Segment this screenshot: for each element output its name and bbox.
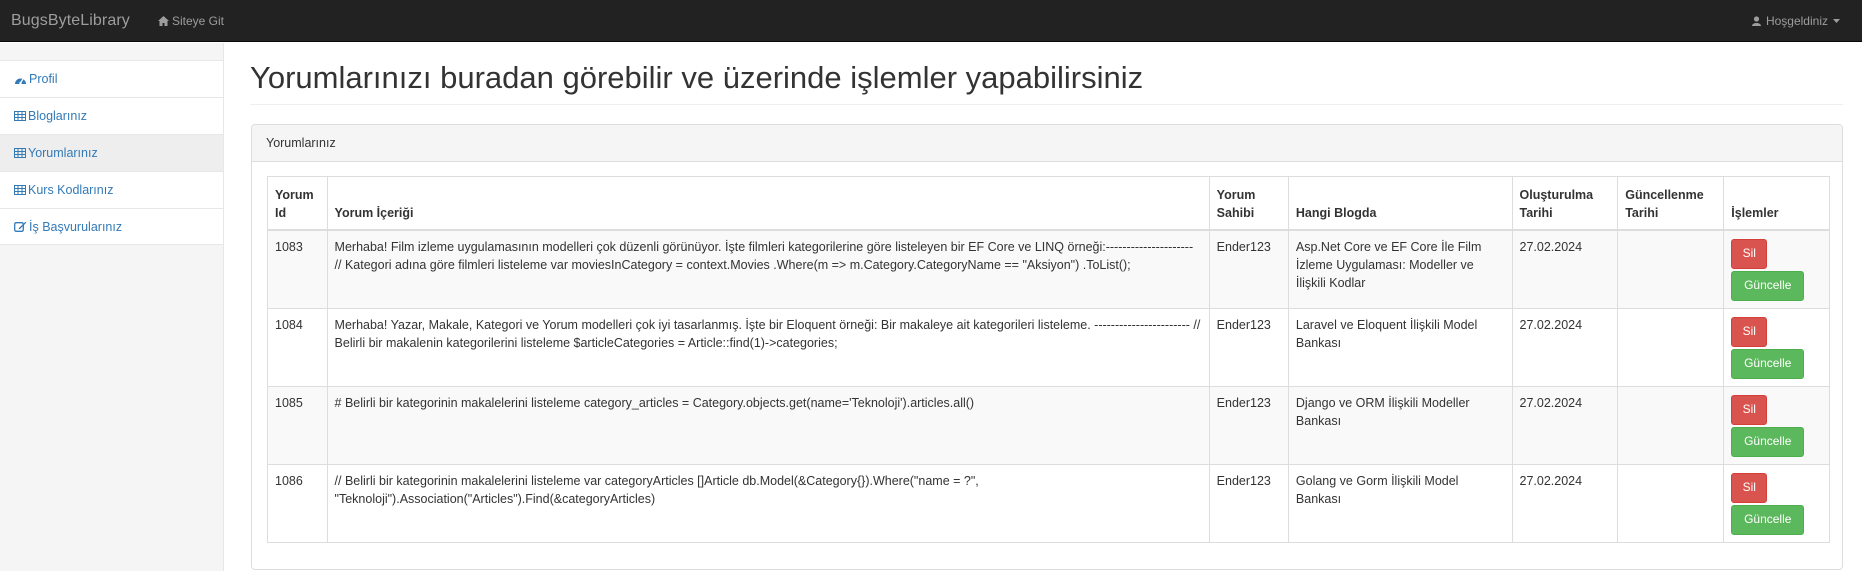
column-header: Güncellenme Tarihi [1617,176,1725,231]
site-link[interactable]: Siteye Git [158,0,224,42]
column-header: İşlemler [1723,176,1830,231]
table-row: 1086 // Belirli bir kategorinin makalele… [267,463,1830,543]
created-date: 27.02.2024 [1511,229,1619,309]
sidebar: Profil Bloglarınız Yorumlarınız Kurs Kod… [0,43,224,571]
updated-date [1617,385,1725,465]
column-header: Hangi Blogda [1287,176,1513,231]
comment-owner: Ender123 [1208,385,1289,465]
table-header-row: Yorum Id Yorum İçeriği Yorum Sahibi Hang… [267,176,1830,231]
sidebar-item-label: Kurs Kodlarınız [28,183,114,197]
comments-panel: Yorumlarınız Yorum Id Yorum İçeriği Yoru… [251,124,1843,570]
sidebar-item-yorumlariniz[interactable]: Yorumlarınız [0,134,223,171]
user-menu-label: Hoşgeldiniz [1765,14,1828,28]
comment-owner: Ender123 [1208,307,1289,387]
table-icon [14,185,26,195]
comment-blog: Laravel ve Eloquent İlişkili Model Banka… [1287,307,1513,387]
comment-id: 1085 [267,385,328,465]
comment-owner: Ender123 [1208,229,1289,309]
comment-owner: Ender123 [1208,463,1289,543]
delete-button[interactable]: Sil [1731,472,1768,503]
caret-down-icon [1833,19,1840,23]
comment-content: Merhaba! Film izleme uygulamasının model… [326,229,1210,309]
sidebar-nav: Profil Bloglarınız Yorumlarınız Kurs Kod… [0,60,223,245]
updated-date [1617,307,1725,387]
comment-blog: Asp.Net Core ve EF Core İle Film İzleme … [1287,229,1513,309]
delete-button[interactable]: Sil [1731,394,1768,425]
comment-content: # Belirli bir kategorinin makalelerini l… [326,385,1210,465]
comments-table: Yorum Id Yorum İçeriği Yorum Sahibi Hang… [267,176,1830,543]
column-header: Yorum Id [267,176,328,231]
created-date: 27.02.2024 [1511,463,1619,543]
row-actions: Sil Güncelle [1723,229,1830,309]
sidebar-item-profil[interactable]: Profil [0,60,223,97]
table-row: 1084 Merhaba! Yazar, Makale, Kategori ve… [267,307,1830,387]
row-actions: Sil Güncelle [1723,307,1830,387]
comment-blog: Django ve ORM İlişkili Modeller Bankası [1287,385,1513,465]
row-actions: Sil Güncelle [1723,385,1830,465]
created-date: 27.02.2024 [1511,307,1619,387]
user-icon [1751,16,1761,26]
home-icon [158,16,169,26]
table-icon [14,148,26,158]
created-date: 27.02.2024 [1511,385,1619,465]
title-divider [250,104,1843,105]
comment-id: 1083 [267,229,328,309]
column-header: Oluşturulma Tarihi [1511,176,1619,231]
page-title: Yorumlarınızı buradan görebilir ve üzeri… [250,60,1144,95]
update-button[interactable]: Güncelle [1731,504,1805,535]
column-header: Yorum Sahibi [1208,176,1289,231]
site-link-label: Siteye Git [172,14,225,28]
table-row: 1085 # Belirli bir kategorinin makaleler… [267,385,1830,465]
delete-button[interactable]: Sil [1731,238,1768,269]
sidebar-item-label: Yorumlarınız [28,146,98,160]
sidebar-item-label: Profil [29,72,58,86]
sidebar-item-label: Bloglarınız [28,109,88,123]
update-button[interactable]: Güncelle [1731,270,1805,301]
comment-id: 1086 [267,463,328,543]
dashboard-icon [14,74,27,85]
sidebar-item-is-basvurulariniz[interactable]: İş Başvurularınız [0,208,223,245]
updated-date [1617,463,1725,543]
comment-id: 1084 [267,307,328,387]
delete-button[interactable]: Sil [1731,316,1768,347]
table-row: 1083 Merhaba! Film izleme uygulamasının … [267,229,1830,309]
update-button[interactable]: Güncelle [1731,426,1805,457]
top-navbar: BugsByteLibrary Siteye Git Hoşgeldiniz [0,0,1862,42]
table-icon [14,111,26,121]
comment-blog: Golang ve Gorm İlişkili Model Bankası [1287,463,1513,543]
sidebar-item-bloglariniz[interactable]: Bloglarınız [0,97,223,134]
row-actions: Sil Güncelle [1723,463,1830,543]
comment-content: // Belirli bir kategorinin makalelerini … [326,463,1210,543]
sidebar-item-label: İş Başvurularınız [29,219,123,234]
edit-icon [14,221,27,232]
brand-link[interactable]: BugsByteLibrary [11,0,130,42]
column-header: Yorum İçeriği [326,176,1210,231]
updated-date [1617,229,1725,309]
sidebar-item-kurs-kodlariniz[interactable]: Kurs Kodlarınız [0,171,223,208]
update-button[interactable]: Güncelle [1731,348,1805,379]
comment-content: Merhaba! Yazar, Makale, Kategori ve Yoru… [326,307,1210,387]
panel-heading: Yorumlarınız [252,125,1842,162]
user-menu[interactable]: Hoşgeldiniz [1751,0,1840,42]
